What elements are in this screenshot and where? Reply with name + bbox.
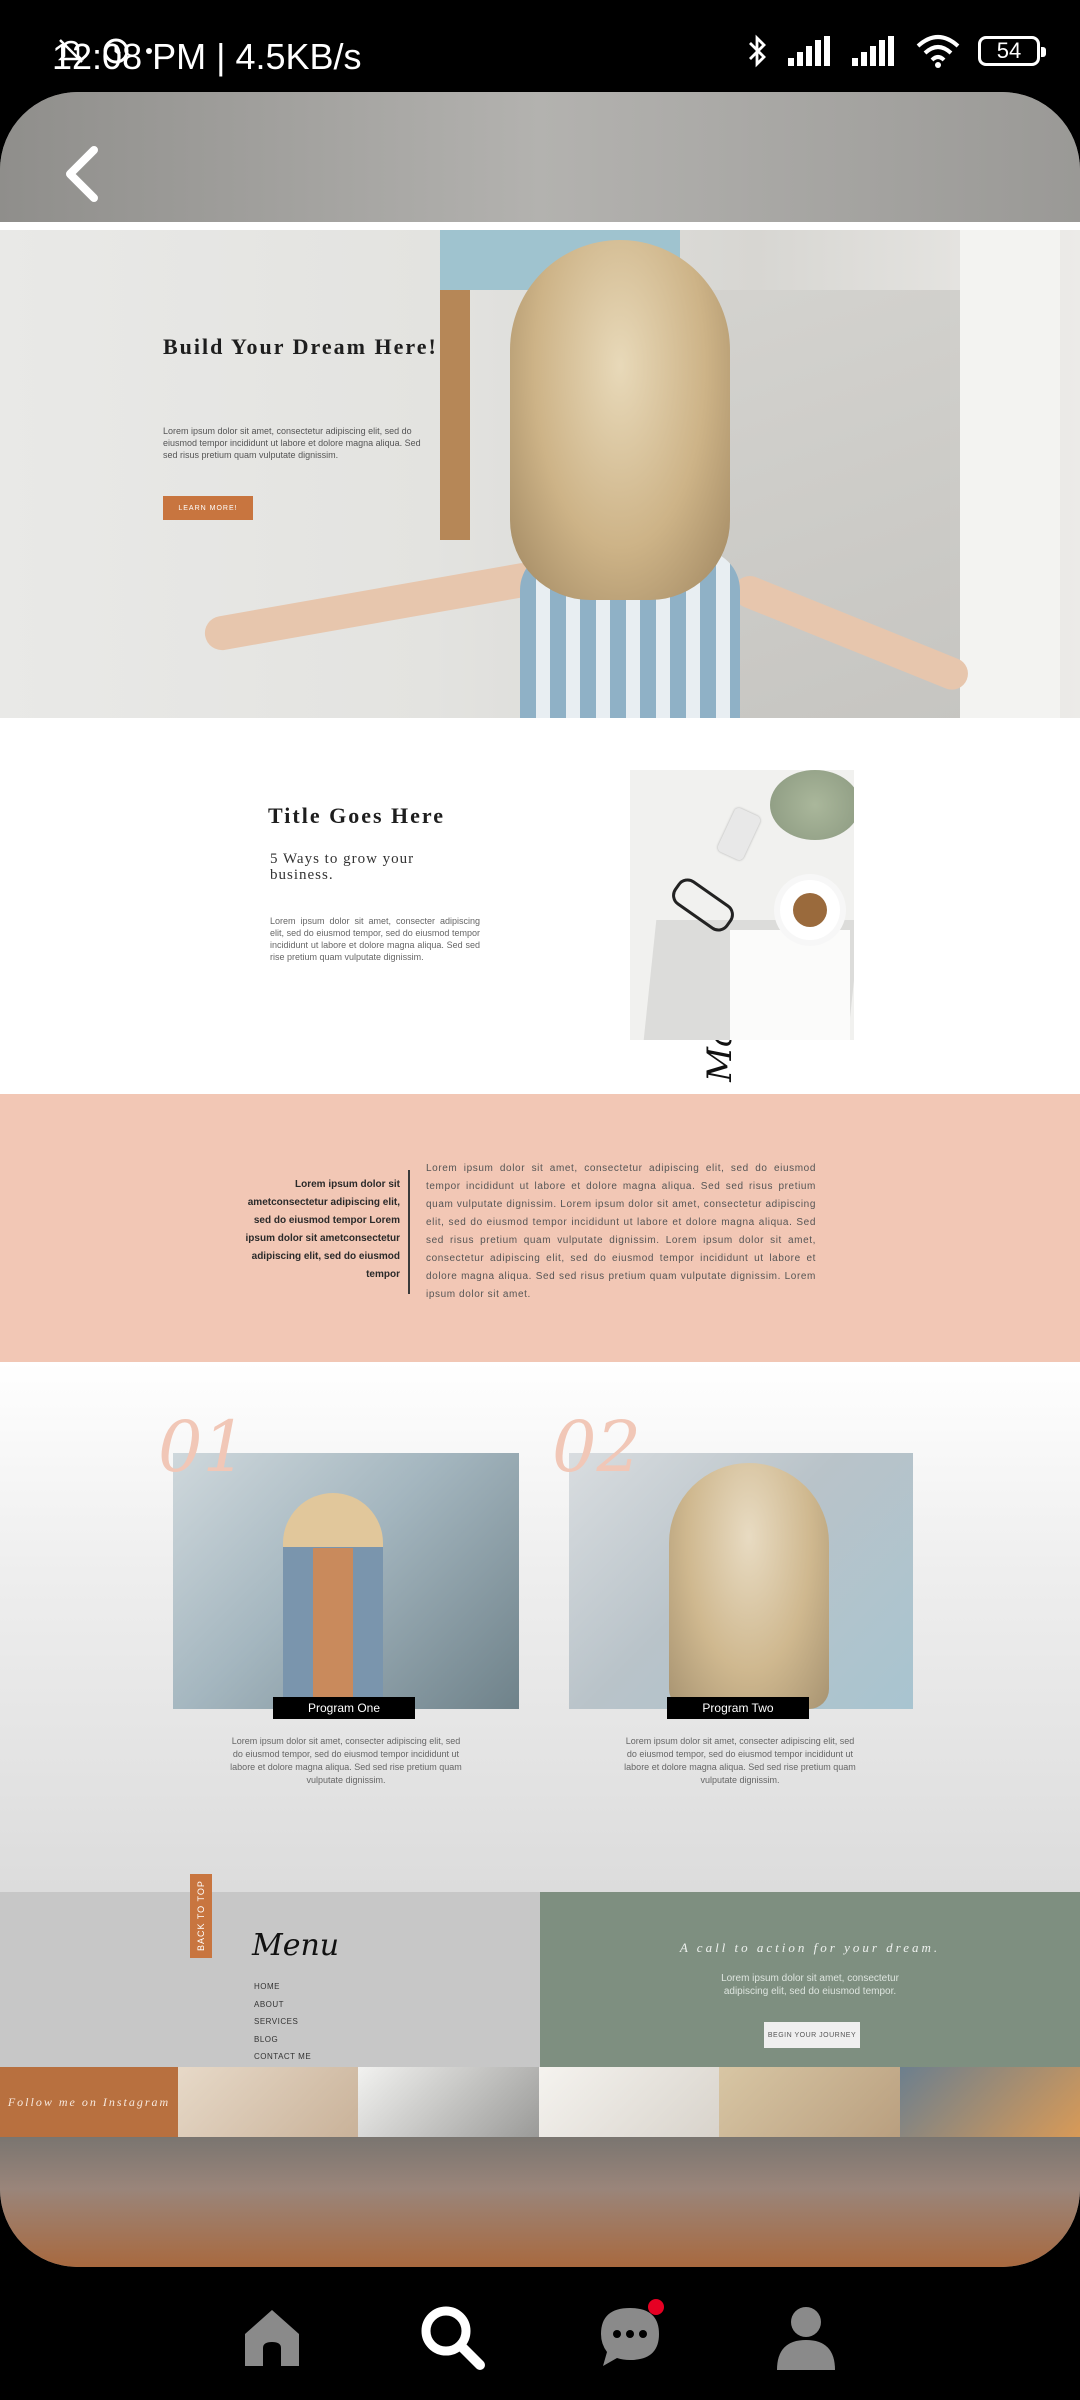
learn-more-button: LEARN MORE!	[163, 496, 253, 520]
cta-text: Lorem ipsum dolor sit amet, consectetur …	[721, 1973, 899, 1997]
divider	[408, 1170, 410, 1294]
hero-text: Lorem ipsum dolor sit amet, consectetur …	[163, 426, 421, 460]
back-to-top-tab: BACK TO TOP	[190, 1874, 212, 1958]
instagram-photo	[538, 2067, 720, 2137]
battery-icon: 54	[978, 36, 1046, 66]
menu-item: ABOUT	[254, 1999, 285, 2009]
instagram-photo	[178, 2067, 359, 2137]
section-text: Lorem ipsum dolor sit amet, consecter ad…	[270, 916, 480, 962]
status-bar: 12:08 PM | 4.5KB/s 54	[0, 0, 1080, 92]
back-icon[interactable]	[54, 144, 114, 204]
menu-item: HOME	[254, 1982, 280, 1991]
instagram-photo	[899, 2067, 1080, 2137]
signal-icon	[788, 36, 830, 66]
pin-card-footer	[0, 2137, 1080, 2267]
programs-section: 01 Program One Lorem ipsum dolor sit ame…	[0, 1362, 1080, 1892]
hero-title: Build Your Dream Here!	[163, 334, 438, 359]
program-two-photo	[569, 1453, 913, 1709]
program-one-photo	[173, 1453, 519, 1709]
status-time: 12:08 PM | 4.5KB/s	[52, 36, 362, 77]
section-subtitle: 5 Ways to grow your business.	[270, 851, 415, 883]
notebook-page	[730, 930, 850, 1040]
nav-home[interactable]	[232, 2297, 312, 2377]
menu-item: BLOG	[254, 2034, 279, 2044]
menu-item: CONTACT ME	[254, 2052, 312, 2061]
bottom-nav	[0, 2267, 1080, 2400]
cta-panel: A call to action for your dream. Lorem i…	[540, 1892, 1080, 2067]
flatlay-photo	[630, 770, 854, 1040]
nav-search[interactable]	[412, 2297, 492, 2377]
cta-title: A call to action for your dream.	[679, 1940, 941, 1955]
status-icons: 54	[57, 34, 1046, 68]
hero-section: Build Your Dream Here! Lorem ipsum dolor…	[0, 230, 1080, 718]
scarf-photo	[313, 1548, 353, 1708]
menu-panel: Menu HOME ABOUT SERVICES BLOG CONTACT ME	[0, 1892, 540, 2067]
coffee-photo	[793, 893, 827, 927]
program-label: Program Two	[667, 1697, 809, 1719]
program-label: Program One	[273, 1697, 415, 1719]
program-number: 01	[158, 1406, 248, 1488]
signal-icon	[852, 36, 894, 66]
menu-item: SERVICES	[254, 2017, 299, 2026]
menu-list: HOME ABOUT SERVICES BLOG CONTACT ME	[254, 1978, 311, 2066]
hero-photo-rail	[960, 230, 1060, 718]
wifi-icon	[916, 35, 960, 68]
masterclass-section: Title Goes Here 5 Ways to grow your busi…	[0, 718, 1080, 1094]
instagram-photo	[358, 2067, 539, 2137]
program-text: Lorem ipsum dolor sit amet, consecter ad…	[230, 1736, 462, 1785]
mute-icon	[57, 39, 85, 63]
nav-messages[interactable]	[590, 2297, 670, 2377]
section-title: Title Goes Here	[268, 803, 446, 828]
hero-photo-hair	[510, 240, 730, 600]
quote-left-text: Lorem ipsum dolor sit ametconsectetur ad…	[245, 1179, 400, 1280]
instagram-follow-label: Follow me on Instagram	[0, 2067, 178, 2137]
person-photo	[669, 1463, 829, 1709]
pin-card[interactable]: Build Your Dream Here! Lorem ipsum dolor…	[0, 92, 1080, 2267]
quote-right-text: Lorem ipsum dolor sit amet, consectetur …	[426, 1163, 816, 1300]
instagram-photo	[719, 2067, 900, 2137]
home-icon	[245, 2310, 299, 2366]
phone-photo	[716, 806, 762, 862]
profile-icon	[777, 2307, 835, 2370]
bluetooth-icon	[749, 34, 766, 68]
plant-photo	[770, 770, 854, 840]
pin-card-header	[0, 92, 1080, 222]
menu-title: Menu	[252, 1928, 340, 1963]
dot-icon	[146, 48, 152, 54]
hero-photo-arm	[202, 560, 543, 653]
alarm-icon	[103, 38, 129, 64]
program-number: 02	[552, 1406, 642, 1488]
footer-section: Menu HOME ABOUT SERVICES BLOG CONTACT ME…	[0, 1874, 1080, 2067]
hero-photo-door	[440, 290, 470, 540]
program-text: Lorem ipsum dolor sit amet, consecter ad…	[624, 1736, 856, 1785]
begin-journey-button: BEGIN YOUR JOURNEY	[764, 2022, 860, 2048]
search-icon	[421, 2306, 485, 2370]
instagram-strip: Follow me on Instagram	[0, 2067, 1080, 2137]
pin-image[interactable]: Build Your Dream Here! Lorem ipsum dolor…	[0, 222, 1080, 2137]
quote-band: Lorem ipsum dolor sit ametconsectetur ad…	[0, 1094, 1080, 1362]
nav-profile[interactable]	[766, 2297, 846, 2377]
notification-dot	[648, 2299, 664, 2315]
